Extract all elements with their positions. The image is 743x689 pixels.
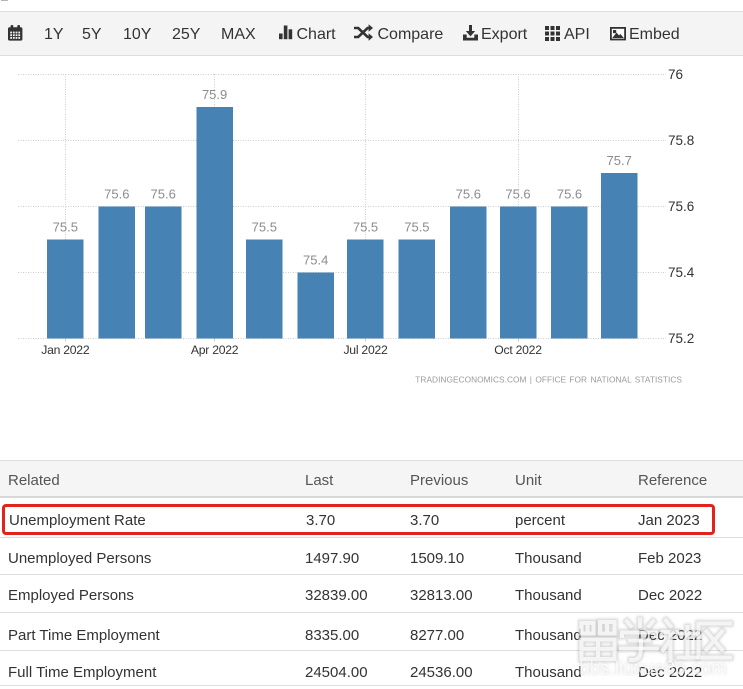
svg-text:75.6: 75.6 bbox=[668, 199, 694, 214]
svg-text:75.6: 75.6 bbox=[505, 186, 530, 201]
svg-text:75.5: 75.5 bbox=[252, 219, 277, 234]
svg-text:Jan 2022: Jan 2022 bbox=[41, 343, 90, 357]
svg-text:75.6: 75.6 bbox=[557, 186, 582, 201]
svg-text:Apr 2022: Apr 2022 bbox=[191, 343, 239, 357]
svg-text:75.5: 75.5 bbox=[404, 219, 429, 234]
svg-text:75.4: 75.4 bbox=[303, 252, 328, 267]
svg-text:75.9: 75.9 bbox=[202, 87, 227, 102]
svg-text:Jul 2022: Jul 2022 bbox=[343, 343, 388, 357]
svg-text:75.7: 75.7 bbox=[607, 153, 632, 168]
svg-text:76: 76 bbox=[668, 67, 683, 82]
svg-text:TRADINGECONOMICS.COM | OFFIC: TRADINGECONOMICS.COM | OFFICE FOR NATION… bbox=[415, 375, 682, 385]
svg-text:75.2: 75.2 bbox=[668, 331, 694, 346]
svg-text:75.6: 75.6 bbox=[151, 186, 176, 201]
svg-text:75.5: 75.5 bbox=[53, 219, 78, 234]
svg-text:75.5: 75.5 bbox=[353, 219, 378, 234]
svg-text:75.4: 75.4 bbox=[668, 265, 695, 280]
svg-text:Oct 2022: Oct 2022 bbox=[494, 343, 542, 357]
svg-text:75.6: 75.6 bbox=[104, 186, 129, 201]
svg-text:75.6: 75.6 bbox=[456, 186, 481, 201]
svg-text:75.8: 75.8 bbox=[668, 133, 694, 148]
